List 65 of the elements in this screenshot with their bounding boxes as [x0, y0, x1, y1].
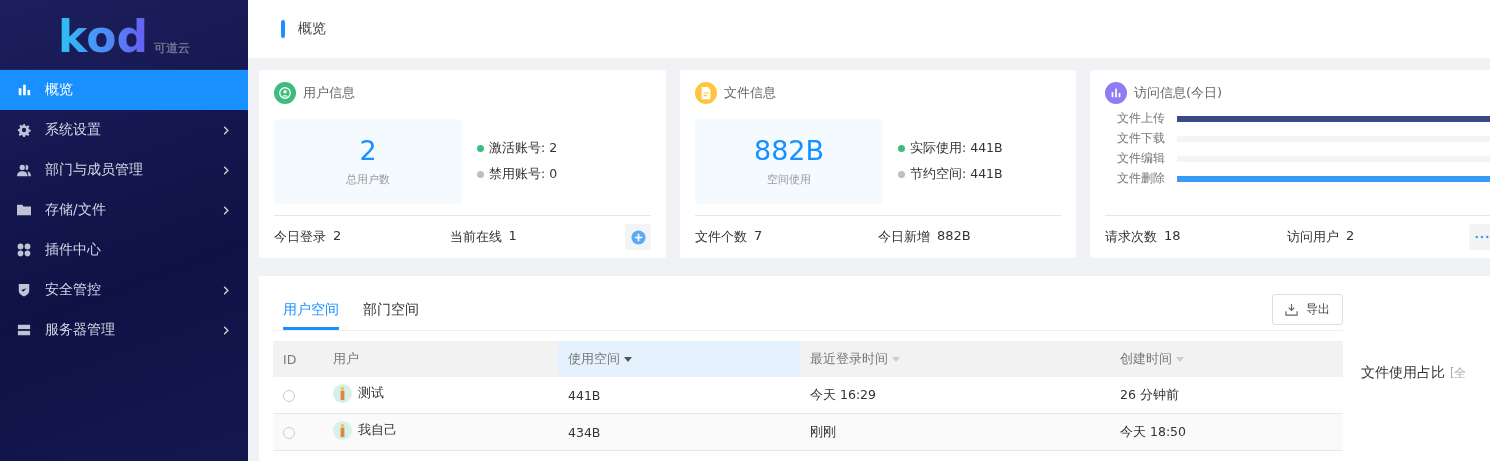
- stat-label: 总用户数: [346, 172, 390, 187]
- bar-label: 文件编辑: [1116, 151, 1165, 166]
- column-header: ID: [273, 341, 323, 377]
- stat-value: 2: [359, 136, 377, 166]
- more-button[interactable]: [1469, 224, 1490, 251]
- sidebar-item[interactable]: 安全管控: [0, 270, 248, 310]
- card-title: 访问信息(今日): [1134, 84, 1223, 102]
- user-name: 我自己: [358, 422, 397, 439]
- sidebar-item[interactable]: 存储/文件: [0, 190, 248, 230]
- stat-value: 1: [508, 228, 517, 246]
- column-header[interactable]: 使用空间: [558, 341, 800, 377]
- avatar-icon: [333, 384, 352, 403]
- stat-value: 2: [333, 228, 342, 246]
- plus-icon: [630, 229, 646, 245]
- legend-text: 节约空间: 441B: [910, 166, 1003, 183]
- download-icon: [1285, 302, 1298, 316]
- stat-label: 当前在线: [449, 228, 502, 247]
- column-header[interactable]: 最近登录时间: [800, 341, 1110, 377]
- legend-text: 禁用账号: 0: [489, 166, 558, 183]
- stat-label: 今日登录: [274, 228, 326, 247]
- table-cell: 434B: [558, 413, 800, 451]
- stat-value: 882B: [753, 136, 825, 166]
- stat-label: 今日新增: [878, 228, 930, 247]
- more-icon: [1475, 235, 1489, 240]
- bar-chart-icon: [17, 83, 31, 97]
- sidebar-item[interactable]: 部门与成员管理: [0, 150, 248, 190]
- server-icon: [17, 323, 31, 337]
- sidebar-item[interactable]: 系统设置: [0, 110, 248, 150]
- add-button[interactable]: [625, 224, 651, 251]
- table-cell: 441B: [558, 377, 800, 414]
- chart-title: 文件使用占比: [1361, 364, 1445, 382]
- table-cell: 26 分钟前: [1110, 377, 1343, 414]
- stat-value: 2: [1346, 228, 1355, 246]
- stat-value: 7: [754, 228, 763, 246]
- bar-label: 文件删除: [1116, 171, 1165, 186]
- users-icon: [17, 163, 31, 177]
- table-cell: 今天 16:29: [800, 377, 1110, 414]
- card-title: 文件信息: [724, 84, 776, 102]
- export-button[interactable]: 导出: [1272, 293, 1343, 325]
- avatar-icon: [333, 421, 352, 440]
- user-name: 测试: [358, 385, 384, 402]
- page-title: 概览: [298, 20, 326, 38]
- table-cell: 今天 18:50: [1110, 413, 1343, 451]
- stat-label: 请求次数: [1105, 228, 1157, 247]
- stat-label: 访问用户: [1287, 228, 1339, 247]
- legend-text: 实际使用: 441B: [910, 140, 1003, 157]
- shield-icon: [17, 283, 31, 297]
- sidebar-item[interactable]: 插件中心: [0, 230, 248, 270]
- stat-value: 882B: [937, 228, 971, 246]
- logo-subtitle: 可道云: [153, 40, 190, 57]
- stat-label: 空间使用: [767, 172, 811, 187]
- settings-icon: [17, 123, 31, 137]
- plugins-icon: [17, 243, 31, 257]
- column-header[interactable]: 创建时间: [1110, 341, 1343, 377]
- table-cell: 刚刚: [800, 413, 1110, 451]
- folder-icon: [17, 203, 31, 217]
- stat-label: 文件个数: [695, 228, 747, 247]
- bar-label: 文件上传: [1116, 111, 1165, 126]
- legend-text: 激活账号: 2: [489, 140, 558, 157]
- stat-value: 18: [1164, 228, 1181, 246]
- column-header: 用户: [323, 341, 558, 377]
- tab[interactable]: 部门空间: [363, 301, 419, 330]
- bar-label: 文件下载: [1116, 131, 1165, 146]
- card-title: 用户信息: [303, 84, 355, 102]
- sidebar-item[interactable]: 服务器管理: [0, 310, 248, 350]
